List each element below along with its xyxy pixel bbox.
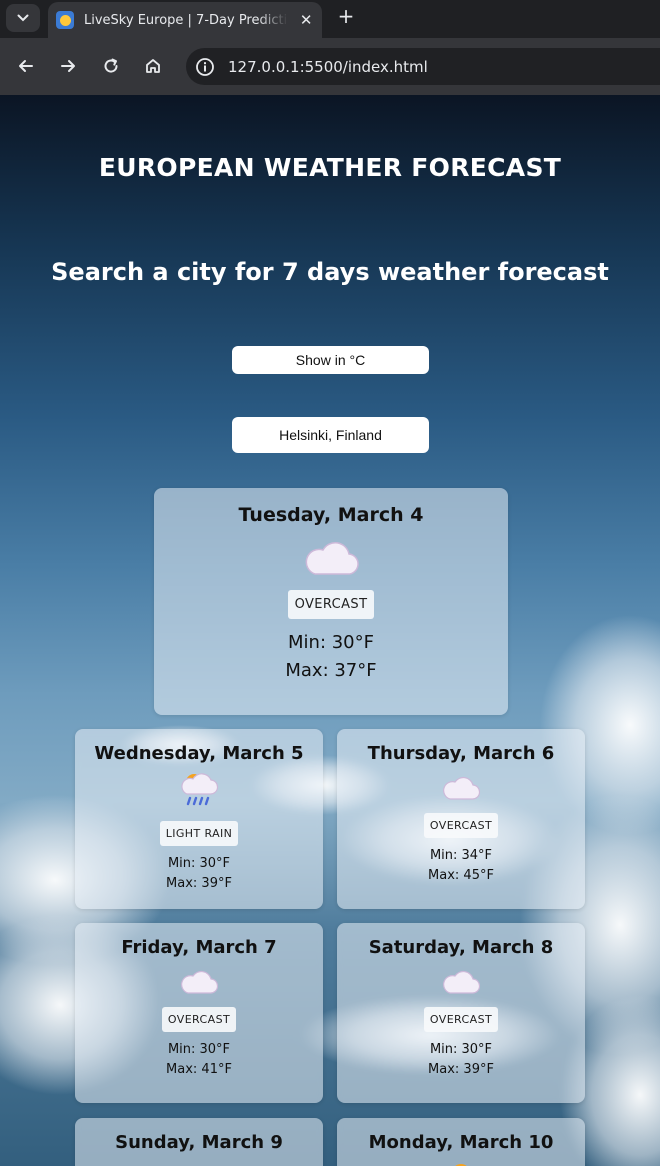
condition-badge: OVERCAST (423, 1007, 499, 1032)
new-tab-button[interactable]: + (334, 4, 358, 28)
cloud-icon (337, 968, 585, 996)
sun-icon (337, 1155, 585, 1166)
min-temp: Min: 30°F (167, 856, 231, 871)
condition-badge: OVERCAST (287, 590, 375, 619)
forecast-day: Thursday, March 6 (367, 743, 555, 764)
max-temp: Max: 45°F (428, 868, 494, 883)
forecast-card: Saturday, March 8 OVERCAST Min: 30°F Max… (337, 923, 585, 1103)
chevron-down-icon (17, 14, 29, 22)
city-search-input[interactable] (232, 417, 429, 453)
condition-badge: LIGHT RAIN (159, 821, 239, 846)
active-tab[interactable]: LiveSky Europe | 7-Day Prediction ✕ (48, 2, 322, 38)
browser-tab-strip: LiveSky Europe | 7-Day Prediction ✕ + (0, 0, 660, 38)
min-temp: Min: 30°F (288, 632, 374, 653)
forecast-card-today: Tuesday, March 4 OVERCAST Min: 30°F Max:… (154, 488, 508, 715)
min-temp: Min: 30°F (429, 1042, 493, 1057)
condition-badge: OVERCAST (423, 813, 499, 838)
forecast-card: Wednesday, March 5 LIGHT RAIN Min: 30°F … (75, 729, 323, 909)
forecast-day: Wednesday, March 5 (94, 743, 304, 764)
forecast-day: Friday, March 7 (121, 937, 277, 958)
page-viewport: EUROPEAN WEATHER FORECAST Search a city … (0, 95, 660, 1166)
tab-title: LiveSky Europe | 7-Day Prediction (84, 12, 289, 28)
forecast-day: Monday, March 10 (368, 1132, 554, 1153)
min-temp: Min: 30°F (167, 1042, 231, 1057)
sun-favicon-icon (56, 11, 74, 29)
page-subtitle: Search a city for 7 days weather forecas… (51, 258, 609, 286)
forecast-card: Monday, March 10 (337, 1118, 585, 1166)
home-button[interactable] (139, 52, 167, 80)
address-bar[interactable]: 127.0.0.1:5500/index.html (186, 48, 660, 85)
reload-button[interactable] (97, 52, 125, 80)
forward-arrow-icon (61, 60, 75, 72)
forecast-card: Friday, March 7 OVERCAST Min: 30°F Max: … (75, 923, 323, 1103)
forecast-day: Tuesday, March 4 (238, 504, 424, 526)
close-tab-icon[interactable]: ✕ (298, 11, 314, 29)
browser-toolbar: 127.0.0.1:5500/index.html (0, 38, 660, 95)
max-temp: Max: 39°F (166, 876, 232, 891)
max-temp: Max: 39°F (428, 1062, 494, 1077)
forecast-card: Thursday, March 6 OVERCAST Min: 34°F Max… (337, 729, 585, 909)
page-title: EUROPEAN WEATHER FORECAST (98, 153, 562, 182)
cloud-icon (154, 538, 508, 578)
back-arrow-icon (19, 60, 33, 72)
rain-cloud-icon (75, 770, 323, 810)
max-temp: Max: 37°F (285, 660, 377, 681)
back-button[interactable] (12, 52, 40, 80)
condition-badge: OVERCAST (161, 1007, 237, 1032)
forecast-day: Sunday, March 9 (115, 1132, 283, 1153)
cloud-icon (337, 774, 585, 802)
max-temp: Max: 41°F (166, 1062, 232, 1077)
unit-toggle-button[interactable]: Show in °C (232, 346, 429, 374)
site-info-icon[interactable] (195, 57, 215, 77)
forecast-day: Saturday, March 8 (368, 937, 554, 958)
url-text[interactable]: 127.0.0.1:5500/index.html (228, 58, 428, 76)
cloud-icon (75, 968, 323, 996)
forecast-card: Sunday, March 9 (75, 1118, 323, 1166)
min-temp: Min: 34°F (429, 848, 493, 863)
tab-search-button[interactable] (6, 4, 40, 32)
home-icon (146, 59, 160, 73)
forward-button[interactable] (54, 52, 82, 80)
reload-icon (104, 58, 118, 73)
